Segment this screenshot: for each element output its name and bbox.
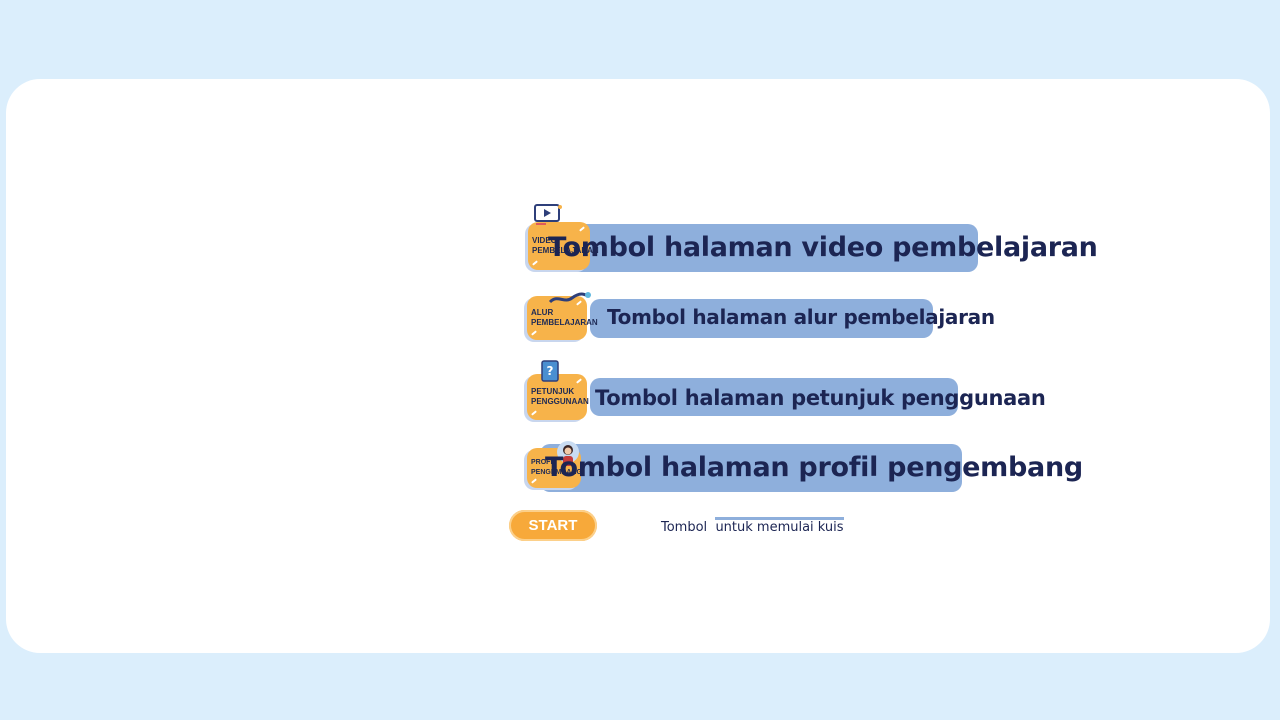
question-book-icon: ? — [541, 360, 559, 382]
video-icon — [534, 204, 562, 225]
profil-pengembang-description: Tombol halaman profil pengembang — [545, 452, 1083, 483]
petunjuk-penggunaan-description: Tombol halaman petunjuk penggunaan — [595, 386, 1046, 410]
content-card — [6, 79, 1270, 653]
start-note-highlight: untuk memulai kuis — [715, 517, 844, 535]
button-label: ALUR PEMBELAJARAN — [531, 308, 598, 327]
start-button[interactable]: START — [509, 510, 597, 541]
path-icon — [548, 292, 591, 304]
start-description: Tombol untuk memulai kuis — [661, 517, 844, 535]
button-label: PETUNJUK PENGGUNAAN — [531, 387, 589, 406]
alur-pembelajaran-description: Tombol halaman alur pembelajaran — [607, 305, 995, 329]
video-pembelajaran-description: Tombol halaman video pembelajaran — [548, 232, 1098, 263]
start-note-prefix: Tombol — [661, 520, 716, 535]
svg-text:?: ? — [547, 364, 554, 378]
